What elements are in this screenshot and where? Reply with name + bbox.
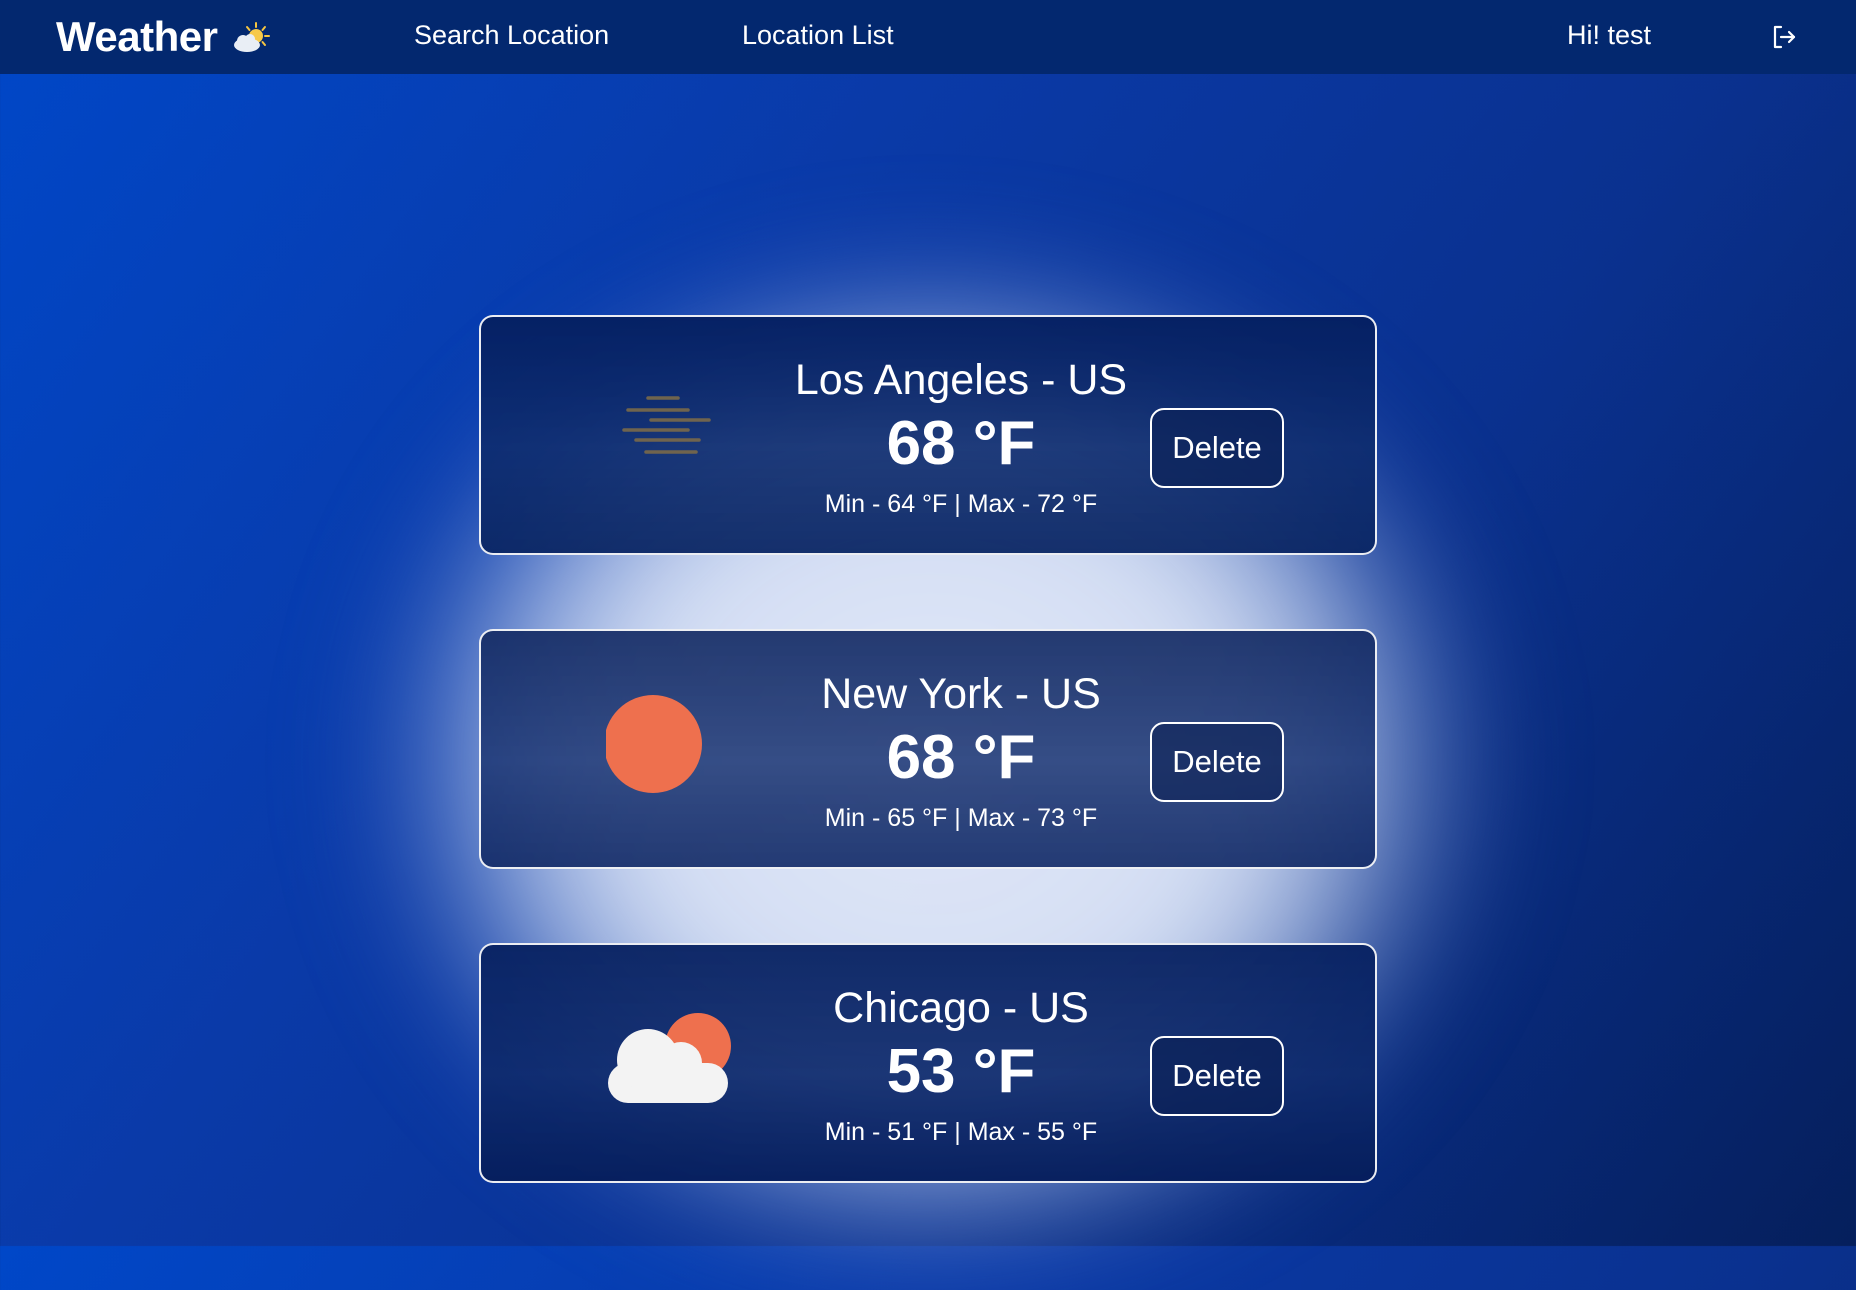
user-greeting: Hi! test	[1567, 20, 1652, 50]
min-max-temperature: Min - 65 °F | Max - 73 °F	[824, 804, 1098, 832]
nav-search-location[interactable]: Search Location	[414, 20, 609, 51]
delete-button[interactable]: Delete	[1150, 722, 1284, 802]
city-name: New York - US	[821, 670, 1101, 718]
location-card: New York - US 68 °F Min - 65 °F | Max - …	[479, 629, 1377, 869]
city-name: Los Angeles - US	[794, 356, 1128, 404]
sun-behind-cloud-icon	[229, 19, 273, 55]
brand-title: Weather	[56, 13, 218, 60]
city-name: Chicago - US	[833, 984, 1089, 1032]
navbar: Weather Search Location Location List Hi…	[0, 0, 1856, 74]
min-max-temperature: Min - 51 °F | Max - 55 °F	[824, 1118, 1098, 1146]
nav-location-list[interactable]: Location List	[742, 20, 894, 51]
location-list: Los Angeles - US 68 °F Min - 64 °F | Max…	[479, 315, 1377, 1257]
brand-logo[interactable]: Weather	[56, 13, 273, 61]
delete-button[interactable]: Delete	[1150, 408, 1284, 488]
delete-button[interactable]: Delete	[1150, 1036, 1284, 1116]
min-max-temperature: Min - 64 °F | Max - 72 °F	[824, 490, 1098, 518]
location-card: Chicago - US 53 °F Min - 51 °F | Max - 5…	[479, 943, 1377, 1183]
location-card: Los Angeles - US 68 °F Min - 64 °F | Max…	[479, 315, 1377, 555]
logout-icon[interactable]	[1770, 23, 1798, 51]
